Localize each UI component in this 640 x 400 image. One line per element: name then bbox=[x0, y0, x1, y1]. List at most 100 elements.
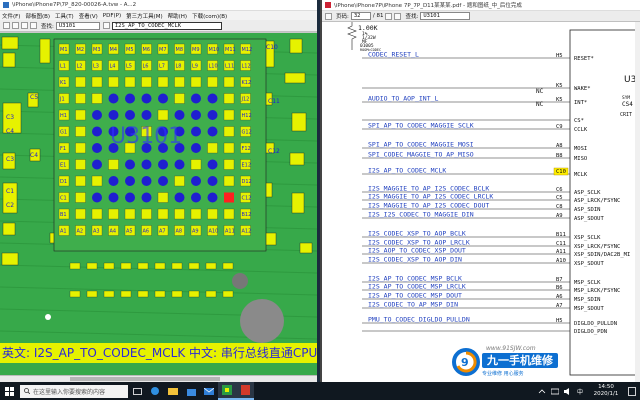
flip-icon[interactable] bbox=[30, 22, 37, 29]
pin-number: C11 bbox=[556, 241, 566, 247]
bga-ball-gnd bbox=[125, 159, 135, 170]
schematic-title: \iPhone\iPhone7P\iPhone 7P_7P_D11某某某.pdf… bbox=[334, 3, 522, 9]
bga-pad bbox=[157, 192, 169, 203]
bga-ball-gnd bbox=[108, 192, 119, 203]
menu-item[interactable]: 第三方工具(M) bbox=[126, 12, 163, 20]
bga-ball-gnd bbox=[108, 110, 119, 120]
horizontal-scrollbar[interactable] bbox=[0, 375, 317, 382]
pcb-component bbox=[188, 290, 200, 298]
pin-function: MISO bbox=[574, 156, 587, 162]
nc-label: NC bbox=[536, 101, 544, 108]
search-icon bbox=[24, 388, 30, 394]
fit-icon[interactable] bbox=[394, 12, 402, 20]
bga-pad bbox=[157, 76, 169, 88]
pad-label: G12 bbox=[242, 130, 252, 136]
page-input[interactable]: 32 bbox=[350, 12, 371, 20]
bga-pad bbox=[223, 126, 235, 137]
pcb-component bbox=[205, 290, 217, 298]
component-label: C11 bbox=[268, 98, 280, 105]
menu-item[interactable]: 部板图(B) bbox=[25, 12, 50, 20]
pin-function: XSP_SDOUT bbox=[574, 261, 604, 267]
bga-pad bbox=[75, 175, 86, 187]
part-search-input[interactable]: U3101 bbox=[55, 21, 100, 30]
pcb-component bbox=[137, 290, 149, 298]
bga-ball-gnd bbox=[141, 192, 152, 203]
bga-ball-gnd bbox=[191, 126, 201, 137]
pad-label: M3 bbox=[93, 47, 101, 53]
task-view-button[interactable] bbox=[128, 382, 146, 400]
bga-ball-gnd bbox=[141, 93, 152, 104]
pcb-component bbox=[39, 38, 51, 64]
clock[interactable]: 14:50 2020/1/1 bbox=[588, 384, 624, 398]
zoom-in-icon[interactable] bbox=[12, 22, 19, 29]
menu-item[interactable]: 查看(V) bbox=[79, 12, 98, 20]
schematic-titlebar[interactable]: \iPhone\iPhone7P\iPhone 7P_7P_D11某某某.pdf… bbox=[322, 0, 640, 11]
scroll-thumb[interactable] bbox=[70, 377, 220, 381]
boardview-titlebar[interactable]: \iPhone\iPhone7P\7P_820-00026-A.tvw - A.… bbox=[0, 0, 317, 11]
net-label: SPI_CODEC_MAGGIE_TO_AP_MISO bbox=[368, 151, 474, 159]
taskbar-edge[interactable] bbox=[146, 382, 164, 400]
notification-icon[interactable] bbox=[628, 386, 636, 396]
bga-pad bbox=[174, 93, 185, 104]
vertical-scrollbar[interactable] bbox=[635, 22, 640, 382]
chevron-up-icon[interactable] bbox=[538, 388, 546, 395]
schematic-search-input[interactable]: U3101 bbox=[420, 12, 471, 20]
menu-item[interactable]: 文件(F) bbox=[2, 12, 20, 20]
component-label: C12 bbox=[268, 148, 280, 155]
search-icon[interactable] bbox=[102, 22, 110, 29]
pcb-component bbox=[289, 152, 305, 166]
pin-function: MSP_LRCK/FSYNC bbox=[574, 288, 620, 294]
pcb-canvas[interactable]: C3 C4 C1 C2 C3 C4 C5 C10 C11 C12 M1 M2 M3 M4 M5 M6 M7 M8 M… bbox=[0, 33, 317, 382]
component-label: C5 bbox=[30, 94, 38, 101]
windows-icon bbox=[4, 386, 14, 396]
bga-pad bbox=[141, 208, 152, 220]
menu-item[interactable]: 帮助(H) bbox=[168, 12, 187, 20]
taskbar-search[interactable]: 在这里输入你要搜索的内容 bbox=[20, 384, 128, 398]
schematic-view[interactable]: 1.00K 1% 1/32W MF 01005 ROOM=CODEC U3 CS4 SYM CRI… bbox=[322, 22, 640, 382]
schematic-window: \iPhone\iPhone7P\iPhone 7P_7P_D11某某某.pdf… bbox=[320, 0, 640, 382]
pin-number: C8 bbox=[556, 204, 563, 210]
watermark-url: www.91SJW.com bbox=[486, 345, 536, 352]
pad-label: L4 bbox=[110, 64, 116, 70]
pad-label: A12 bbox=[242, 229, 252, 235]
net-search-input[interactable]: I2S_AP_TO_CODEC_MCLK bbox=[111, 21, 222, 30]
taskbar-store[interactable] bbox=[182, 382, 200, 400]
prev-page-icon[interactable] bbox=[325, 12, 332, 20]
bga-pad bbox=[207, 142, 218, 154]
pcb-view[interactable]: C3 C4 C1 C2 C3 C4 C5 C10 C11 C12 M1 M2 M3 M4 M5 M6 M7 M8 M… bbox=[0, 33, 317, 382]
menu-item[interactable]: 工具(T) bbox=[55, 12, 74, 20]
net-label: CODEC_RESET_L bbox=[368, 51, 419, 59]
net-label: I2S_AOP_TO_CODEC_XSP_DOUT bbox=[368, 247, 466, 255]
schematic-canvas[interactable]: 1.00K1%1/32WMF01005ROOM=CODECU3CS4SYMCRI… bbox=[322, 22, 640, 382]
zoom-out-icon[interactable] bbox=[21, 22, 28, 29]
pdf-icon bbox=[325, 2, 331, 8]
ime-icon[interactable]: 中 bbox=[577, 388, 585, 395]
mounting-hole bbox=[240, 299, 284, 343]
store-icon bbox=[186, 388, 196, 396]
site-logo-icon: 9 bbox=[452, 348, 480, 376]
bga-ball-gnd bbox=[207, 126, 218, 137]
taskbar-boardview[interactable] bbox=[218, 382, 236, 400]
bga-ball-gnd bbox=[207, 159, 218, 170]
boardview-title: \iPhone\iPhone7P\7P_820-00026-A.tvw - A.… bbox=[12, 2, 137, 8]
boardview-toolbar: 查找: U3101 I2S_AP_TO_CODEC_MCLK bbox=[0, 20, 317, 32]
bga-ball-gnd bbox=[174, 159, 185, 170]
pin-number: C10 bbox=[556, 169, 566, 175]
net-label: I2S_MAGGIE_TO_AP_I2S_CODEC_DOUT bbox=[368, 202, 489, 210]
volume-icon[interactable] bbox=[564, 387, 572, 395]
open-icon[interactable] bbox=[3, 22, 10, 29]
network-icon[interactable] bbox=[551, 388, 559, 395]
pcb-component bbox=[1, 252, 19, 266]
menu-item[interactable]: PDF(P) bbox=[103, 13, 121, 19]
pad-label: L6 bbox=[143, 64, 149, 70]
pad-label: L11 bbox=[225, 64, 234, 70]
taskbar-mail[interactable] bbox=[200, 382, 218, 400]
bga-pad bbox=[75, 159, 86, 170]
bga-ball-gnd bbox=[92, 126, 102, 137]
pad-label: K1 bbox=[60, 80, 66, 86]
zoom-icon[interactable] bbox=[385, 12, 393, 20]
taskbar-pdf[interactable] bbox=[236, 382, 254, 400]
start-button[interactable] bbox=[0, 382, 18, 400]
taskbar-explorer[interactable] bbox=[164, 382, 182, 400]
menu-item[interactable]: 下载(com)(B) bbox=[192, 12, 227, 20]
